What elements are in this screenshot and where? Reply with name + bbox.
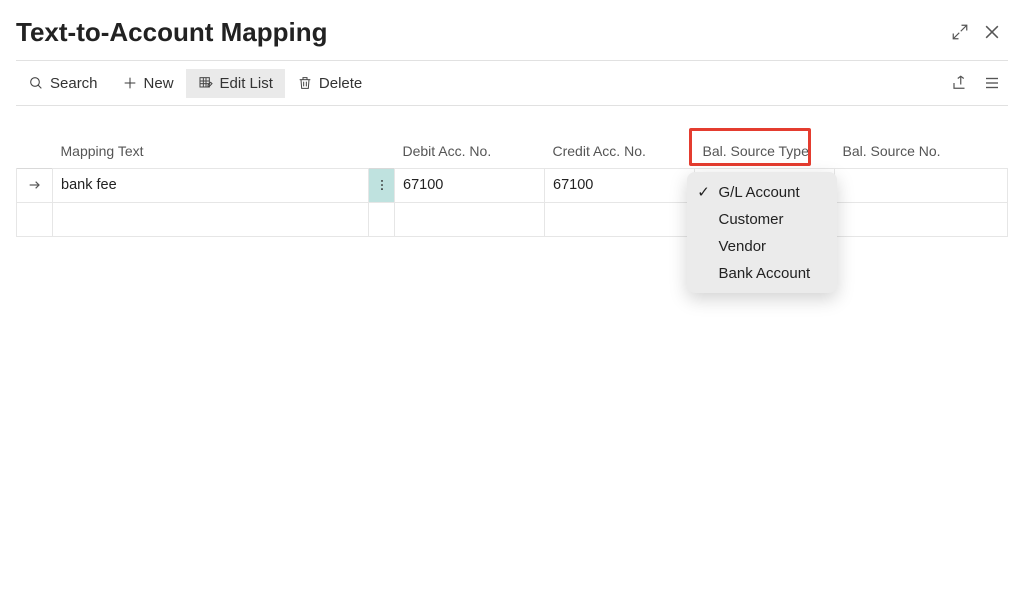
cell-bal-source-no[interactable] [835,169,1007,202]
table-row[interactable]: bank fee 67100 67100 [17,168,1008,202]
dropdown-option-label: Vendor [719,238,767,255]
expand-icon[interactable] [944,16,976,48]
close-icon[interactable] [976,16,1008,48]
bal-source-type-dropdown[interactable]: ✓ G/L Account Customer Vendor Bank Account [687,172,837,293]
dropdown-option[interactable]: Bank Account [687,260,837,287]
row-selector-icon[interactable] [17,169,52,202]
list-view-icon[interactable] [976,67,1008,99]
search-icon [28,75,44,91]
delete-label: Delete [319,75,362,92]
dropdown-option-label: Bank Account [719,265,811,282]
search-button[interactable]: Search [16,69,110,98]
row-actions-button[interactable] [369,169,394,202]
new-button[interactable]: New [110,69,186,98]
col-credit-acc[interactable]: Credit Acc. No. [545,134,695,168]
mapping-grid[interactable]: Mapping Text Debit Acc. No. Credit Acc. … [16,134,1008,237]
check-icon: ✓ [697,183,711,201]
col-bal-source-no[interactable]: Bal. Source No. [835,134,1008,168]
col-bal-source-type[interactable]: Bal. Source Type [695,134,835,168]
dropdown-option[interactable]: ✓ G/L Account [687,178,837,206]
edit-list-icon [198,75,214,91]
cell-bal-source-no[interactable] [835,203,1007,236]
plus-icon [122,75,138,91]
delete-button[interactable]: Delete [285,69,374,98]
dropdown-option[interactable]: Customer [687,206,837,233]
cell-credit-acc[interactable] [545,203,694,236]
trash-icon [297,75,313,91]
col-mapping-text[interactable]: Mapping Text [53,134,369,168]
edit-list-button[interactable]: Edit List [186,69,285,98]
cell-credit-acc[interactable]: 67100 [545,169,694,202]
cell-debit-acc[interactable] [395,203,544,236]
dropdown-option-label: G/L Account [719,184,800,201]
dropdown-option[interactable]: Vendor [687,233,837,260]
cell-mapping-text[interactable] [53,203,368,236]
dropdown-option-label: Customer [719,211,784,228]
page-title: Text-to-Account Mapping [16,17,944,48]
new-label: New [144,75,174,92]
share-icon[interactable] [944,67,976,99]
search-label: Search [50,75,98,92]
cell-debit-acc[interactable]: 67100 [395,169,544,202]
table-row[interactable] [17,202,1008,236]
col-debit-acc[interactable]: Debit Acc. No. [395,134,545,168]
cell-mapping-text[interactable]: bank fee [53,169,368,202]
edit-list-label: Edit List [220,75,273,92]
